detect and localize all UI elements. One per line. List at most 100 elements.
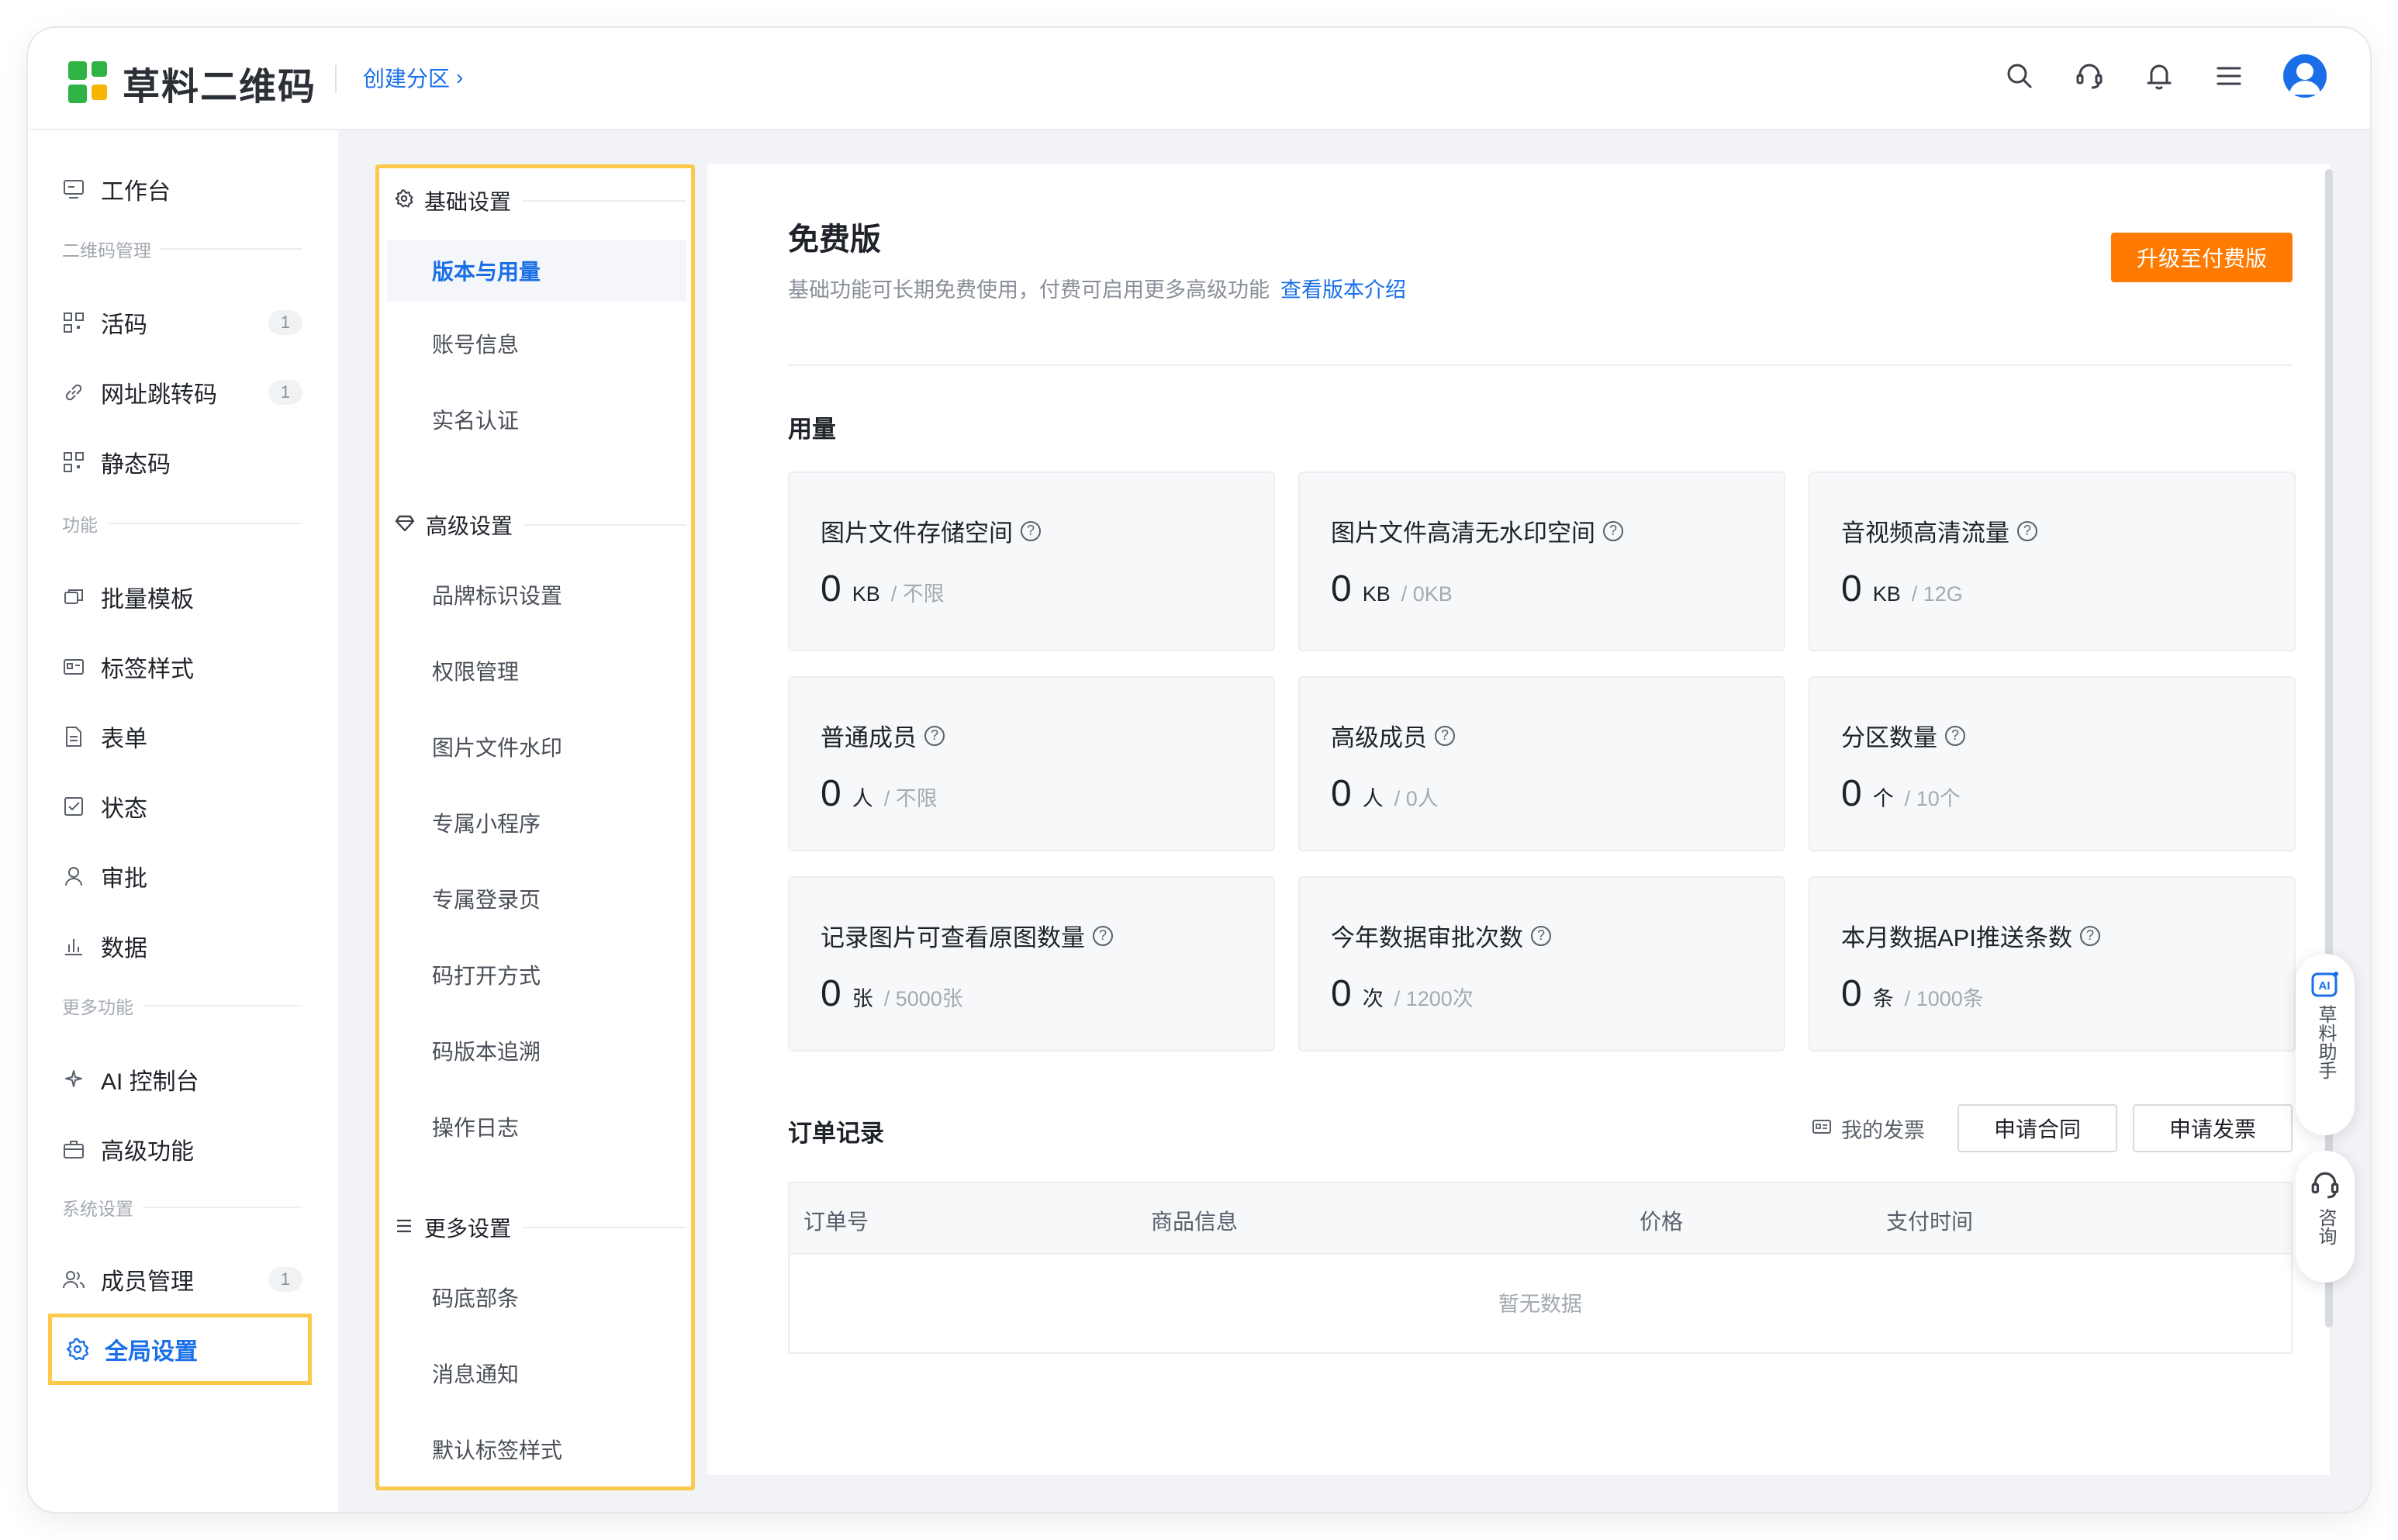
logo[interactable]: 草料二维码 xyxy=(68,56,316,110)
subnav-item-notifications[interactable]: 消息通知 xyxy=(387,1342,686,1404)
subnav-item-mini-program[interactable]: 专属小程序 xyxy=(387,792,686,854)
divider xyxy=(523,524,686,526)
orders-title: 订单记录 xyxy=(788,1120,884,1147)
main-panel: 免费版 基础功能可长期免费使用，付费可启用更多高级功能 查看版本介绍 升级至付费版… xyxy=(707,164,2330,1475)
help-icon[interactable]: ? xyxy=(1093,925,1113,946)
column-header: 价格 xyxy=(1640,1210,1684,1234)
breadcrumb-create-partition[interactable]: 创建分区 › xyxy=(363,62,463,93)
sidebar-item-label: 成员管理 xyxy=(101,1269,194,1295)
divider xyxy=(522,1227,686,1228)
help-icon[interactable]: ? xyxy=(2017,520,2037,541)
divider xyxy=(788,364,2293,366)
card-value: 0 KB / 12G xyxy=(1841,568,1963,610)
subnav-item-watermark[interactable]: 图片文件水印 xyxy=(387,716,686,778)
settings-subnav: 基础设置 版本与用量 账号信息 实名认证 高级设置 品牌标识设置 权限管理 图片… xyxy=(375,164,695,1490)
sidebar-item-label: 全局设置 xyxy=(105,1339,198,1365)
usage-value: 0 xyxy=(1331,973,1352,1014)
consult-button[interactable]: 咨询 xyxy=(2296,1151,2355,1283)
help-icon[interactable]: ? xyxy=(924,725,945,746)
apply-invoice-button[interactable]: 申请发票 xyxy=(2133,1104,2293,1152)
sidebar-item-form[interactable]: 表单 xyxy=(62,709,310,765)
usage-limit: / 1000条 xyxy=(1904,987,1984,1010)
usage-card: 图片文件存储空间? 0 KB / 不限 xyxy=(788,471,1275,651)
sidebar-item-label-style[interactable]: 标签样式 xyxy=(62,639,310,695)
usage-unit: 个 xyxy=(1872,787,1894,810)
card-label: 分区数量? xyxy=(1841,718,1965,753)
usage-value: 0 xyxy=(821,973,841,1014)
headset-icon[interactable] xyxy=(2074,60,2105,92)
ai-assistant-label: 草料助手 xyxy=(2315,1005,2336,1079)
usage-unit: 人 xyxy=(1362,787,1384,810)
card-label: 音视频高清流量? xyxy=(1841,513,2037,548)
subnav-item-open-mode[interactable]: 码打开方式 xyxy=(387,944,686,1006)
card-value: 0 次 / 1200次 xyxy=(1331,972,1474,1015)
column-header: 商品信息 xyxy=(1151,1210,1239,1234)
subnav-item-real-name[interactable]: 实名认证 xyxy=(387,388,686,451)
orders-actions: 我的发票 申请合同 申请发票 xyxy=(1812,1104,2293,1152)
subnav-item-brand[interactable]: 品牌标识设置 xyxy=(387,564,686,626)
card-label-text: 今年数据审批次数 xyxy=(1331,924,1523,951)
upgrade-button[interactable]: 升级至付费版 xyxy=(2111,233,2293,282)
sidebar-item-global-settings[interactable]: 全局设置 xyxy=(48,1314,312,1385)
menu-icon[interactable] xyxy=(2213,60,2244,92)
card-value: 0 人 / 0人 xyxy=(1331,772,1439,815)
sidebar-item-workbench[interactable]: 工作台 xyxy=(62,161,310,217)
bell-icon[interactable] xyxy=(2144,60,2175,92)
subnav-item-permissions[interactable]: 权限管理 xyxy=(387,640,686,702)
sidebar-item-url-jump[interactable]: 网址跳转码 1 xyxy=(62,364,310,420)
sidebar-group-qr: 二维码管理 xyxy=(62,236,302,262)
usage-unit: 次 xyxy=(1362,987,1384,1010)
usage-card: 本月数据API推送条数? 0 条 / 1000条 xyxy=(1809,876,2296,1051)
subnav-item-account-info[interactable]: 账号信息 xyxy=(387,312,686,375)
sidebar-item-approval[interactable]: 审批 xyxy=(62,848,310,904)
sidebar-item-static-code[interactable]: 静态码 xyxy=(62,434,310,490)
version-intro-link[interactable]: 查看版本介绍 xyxy=(1280,278,1406,302)
sidebar-item-batch-template[interactable]: 批量模板 xyxy=(62,569,310,625)
help-icon[interactable]: ? xyxy=(1945,725,1965,746)
sidebar-item-advanced[interactable]: 高级功能 xyxy=(62,1121,310,1177)
card-value: 0 人 / 不限 xyxy=(821,772,938,815)
help-icon[interactable]: ? xyxy=(1021,520,1041,541)
card-label-text: 高级成员 xyxy=(1331,724,1427,751)
help-icon[interactable]: ? xyxy=(1531,925,1551,946)
card-value: 0 条 / 1000条 xyxy=(1841,972,1984,1015)
subnav-item-version-trace[interactable]: 码版本追溯 xyxy=(387,1020,686,1082)
help-icon[interactable]: ? xyxy=(2079,925,2100,946)
usage-card: 高级成员? 0 人 / 0人 xyxy=(1298,676,1785,851)
count-badge: 1 xyxy=(268,310,302,335)
subnav-item-operation-log[interactable]: 操作日志 xyxy=(387,1096,686,1158)
plan-description: 基础功能可长期免费使用，付费可启用更多高级功能 查看版本介绍 xyxy=(788,273,1406,303)
card-label: 今年数据审批次数? xyxy=(1331,918,1551,953)
subnav-item-default-label[interactable]: 默认标签样式 xyxy=(387,1418,686,1480)
checkbox-icon xyxy=(62,795,85,818)
usage-card: 图片文件高清无水印空间? 0 KB / 0KB xyxy=(1298,471,1785,651)
empty-state: 暂无数据 xyxy=(1498,1293,1582,1316)
subnav-group-advanced: 高级设置 xyxy=(395,509,686,540)
logo-text: 草料二维码 xyxy=(123,67,317,108)
sidebar-item-data[interactable]: 数据 xyxy=(62,918,310,974)
briefcase-icon xyxy=(62,1138,85,1161)
subnav-item-version-usage[interactable]: 版本与用量 xyxy=(387,240,686,302)
subnav-item-login-page[interactable]: 专属登录页 xyxy=(387,868,686,930)
help-icon[interactable]: ? xyxy=(1603,520,1623,541)
sidebar-item-ai-console[interactable]: AI 控制台 xyxy=(62,1051,310,1107)
group-title: 基础设置 xyxy=(424,190,512,214)
group-label: 更多功能 xyxy=(62,997,133,1017)
card-label-text: 普通成员 xyxy=(821,724,917,751)
my-invoices-link[interactable]: 我的发票 xyxy=(1812,1114,1925,1144)
usage-value: 0 xyxy=(1331,568,1352,609)
group-label: 系统设置 xyxy=(62,1199,133,1219)
subnav-item-bottom-bar[interactable]: 码底部条 xyxy=(387,1266,686,1328)
card-label: 图片文件存储空间? xyxy=(821,513,1041,548)
ai-assistant-button[interactable]: AI 草料助手 xyxy=(2296,954,2355,1135)
sidebar-item-members[interactable]: 成员管理 1 xyxy=(62,1252,310,1307)
apply-contract-button[interactable]: 申请合同 xyxy=(1957,1104,2117,1152)
sidebar-item-live-code[interactable]: 活码 1 xyxy=(62,295,310,350)
sidebar-item-status[interactable]: 状态 xyxy=(62,779,310,834)
help-icon[interactable]: ? xyxy=(1435,725,1455,746)
divider xyxy=(107,523,302,524)
avatar[interactable] xyxy=(2283,54,2327,98)
card-label-text: 图片文件存储空间 xyxy=(821,520,1013,547)
group-label: 功能 xyxy=(62,515,98,535)
search-icon[interactable] xyxy=(2004,60,2035,92)
